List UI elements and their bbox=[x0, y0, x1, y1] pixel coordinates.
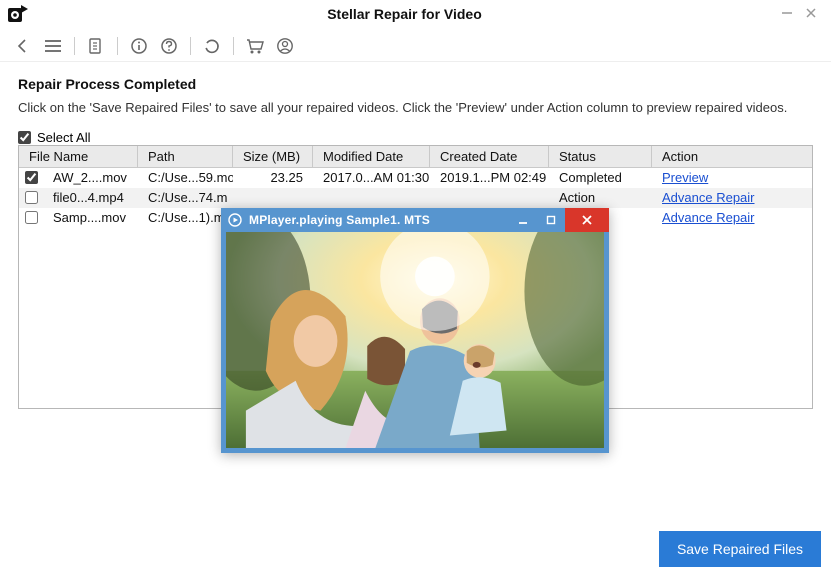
player-title: MPlayer.playing Sample1. MTS bbox=[249, 213, 509, 227]
preview-window[interactable]: MPlayer.playing Sample1. MTS bbox=[221, 208, 609, 453]
page-description: Click on the 'Save Repaired Files' to sa… bbox=[18, 98, 813, 118]
player-maximize[interactable] bbox=[537, 208, 565, 232]
cell-size: 23.25 bbox=[233, 170, 313, 185]
col-file[interactable]: File Name bbox=[19, 146, 138, 167]
cell-status: Action bbox=[549, 190, 652, 205]
table-row[interactable]: AW_2....movC:/Use...59.mov23.252017.0...… bbox=[19, 168, 812, 188]
user-icon[interactable] bbox=[272, 33, 298, 59]
app-icon bbox=[8, 4, 28, 24]
refresh-icon[interactable] bbox=[199, 33, 225, 59]
col-status[interactable]: Status bbox=[549, 146, 652, 167]
action-link[interactable]: Preview bbox=[662, 170, 708, 185]
row-checkbox[interactable] bbox=[25, 211, 38, 224]
cell-path: C:/Use...59.mov bbox=[138, 170, 233, 185]
help-icon[interactable] bbox=[156, 33, 182, 59]
window-title: Stellar Repair for Video bbox=[34, 6, 775, 22]
log-icon[interactable] bbox=[83, 33, 109, 59]
action-link[interactable]: Advance Repair bbox=[662, 190, 755, 205]
select-all[interactable]: Select All bbox=[18, 130, 813, 145]
player-close[interactable] bbox=[565, 208, 609, 232]
cell-status: Completed bbox=[549, 170, 652, 185]
cell-created: 2019.1...PM 02:49 bbox=[430, 170, 549, 185]
row-checkbox[interactable] bbox=[25, 191, 38, 204]
col-size[interactable]: Size (MB) bbox=[233, 146, 313, 167]
cell-path: C:/Use...1).mc bbox=[138, 210, 233, 225]
select-all-checkbox[interactable] bbox=[18, 131, 31, 144]
cell-modified: 2017.0...AM 01:30 bbox=[313, 170, 430, 185]
row-checkbox[interactable] bbox=[25, 171, 38, 184]
col-created[interactable]: Created Date bbox=[430, 146, 549, 167]
cart-icon[interactable] bbox=[242, 33, 268, 59]
minimize-button[interactable] bbox=[775, 6, 799, 22]
player-icon bbox=[227, 212, 243, 228]
close-button[interactable] bbox=[799, 6, 823, 22]
player-video-frame bbox=[226, 232, 604, 448]
save-repaired-button[interactable]: Save Repaired Files bbox=[659, 531, 821, 567]
page-heading: Repair Process Completed bbox=[18, 76, 813, 92]
action-link[interactable]: Advance Repair bbox=[662, 210, 755, 225]
cell-file: AW_2....mov bbox=[43, 170, 138, 185]
back-icon[interactable] bbox=[10, 33, 36, 59]
info-icon[interactable] bbox=[126, 33, 152, 59]
player-minimize[interactable] bbox=[509, 208, 537, 232]
cell-file: Samp....mov bbox=[43, 210, 138, 225]
select-all-label: Select All bbox=[37, 130, 90, 145]
col-modified[interactable]: Modified Date bbox=[313, 146, 430, 167]
cell-path: C:/Use...74.m bbox=[138, 190, 233, 205]
col-action[interactable]: Action bbox=[652, 146, 812, 167]
table-row[interactable]: file0...4.mp4C:/Use...74.m Action Advance … bbox=[19, 188, 812, 208]
grid-header: File Name Path Size (MB) Modified Date C… bbox=[19, 146, 812, 168]
col-path[interactable]: Path bbox=[138, 146, 233, 167]
cell-file: file0...4.mp4 bbox=[43, 190, 138, 205]
menu-icon[interactable] bbox=[40, 33, 66, 59]
